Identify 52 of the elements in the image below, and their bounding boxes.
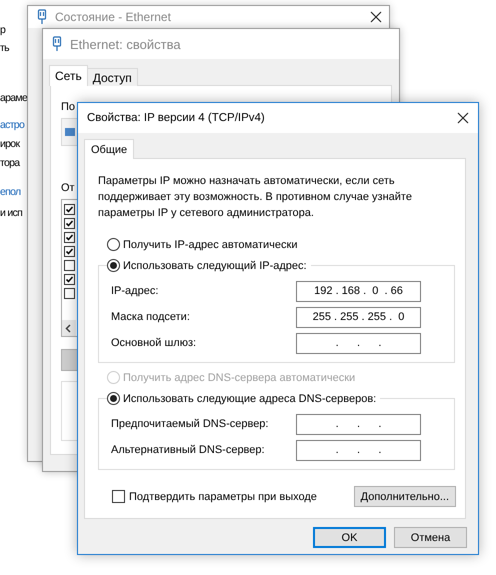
checkbox-label: Подтвердить параметры при выходе	[129, 490, 317, 502]
ip-address-field[interactable]: 192 . 168 . 0 . 66	[296, 280, 421, 302]
scroll-left-icon[interactable]	[65, 324, 71, 332]
checkbox[interactable]	[112, 490, 125, 503]
window-title: Состояние - Ethernet	[55, 10, 172, 24]
radio-label: Получить IP-адрес автоматически	[123, 238, 298, 250]
radio-button[interactable]	[107, 259, 120, 272]
dialog-button[interactable]: Отмена	[394, 527, 467, 548]
network-plug-icon	[37, 9, 47, 25]
network-plug-icon	[52, 36, 62, 52]
checkbox[interactable]	[64, 246, 75, 257]
label-text: ирок	[0, 137, 20, 152]
ip-address-field[interactable]: . . .	[296, 414, 421, 434]
label-text: тора	[0, 156, 20, 171]
tab[interactable]: Общие	[84, 139, 134, 159]
ip-address-field[interactable]: . . .	[296, 440, 421, 460]
checkbox[interactable]	[64, 260, 75, 271]
tab[interactable]: Доступ	[86, 68, 138, 86]
dialog-title: Свойства: IP версии 4 (TCP/IPv4)	[87, 112, 266, 124]
label-text: р	[0, 23, 6, 38]
radio-label: Использовать следующие адреса DNS-серверов:	[123, 392, 376, 404]
ip-address-field[interactable]: . . .	[296, 332, 421, 354]
checkbox[interactable]	[64, 274, 75, 285]
close-icon	[370, 11, 382, 23]
dialog-button[interactable]: OK	[313, 527, 386, 548]
close-icon	[457, 112, 469, 124]
field-label: Альтернативный DNS-сервер:	[111, 444, 265, 456]
link-text[interactable]: епол	[0, 184, 20, 200]
tab[interactable]: Сеть	[49, 65, 88, 86]
components-label: От	[61, 181, 75, 195]
description-text: Параметры IP можно назначать автоматически, если сеть поддерживает эту возможность. В противном случае узнайте параметры IP у сетевого администратора.	[98, 174, 413, 221]
radio-button[interactable]	[107, 392, 120, 405]
label-text: ть	[0, 41, 9, 56]
ip-address-field[interactable]: 255 . 255 . 255 . 0	[296, 306, 421, 328]
checkbox[interactable]	[64, 232, 75, 243]
checkbox[interactable]	[64, 288, 75, 299]
checkbox[interactable]	[64, 204, 75, 215]
label-text: араме	[0, 91, 28, 106]
radio-button[interactable]	[107, 238, 120, 251]
label-text: и исп	[0, 206, 22, 221]
radio-label: Использовать следующий IP-адрес:	[123, 260, 307, 272]
field-label: Предпочитаемый DNS-сервер:	[111, 418, 268, 430]
checkbox[interactable]	[64, 218, 75, 229]
radio-label: Получить адрес DNS-сервера автоматически	[123, 372, 356, 384]
connect-label: По	[61, 100, 76, 114]
field-label: Маска подсети:	[111, 311, 190, 323]
field-label: IP-адрес:	[111, 285, 158, 297]
advanced-button[interactable]: Дополнительно...	[354, 486, 456, 507]
field-label: Основной шлюз:	[111, 337, 196, 349]
link-text[interactable]: астро	[0, 117, 24, 133]
window-title: Ethernet: свойства	[70, 36, 181, 52]
network-adapter-icon	[64, 126, 76, 138]
